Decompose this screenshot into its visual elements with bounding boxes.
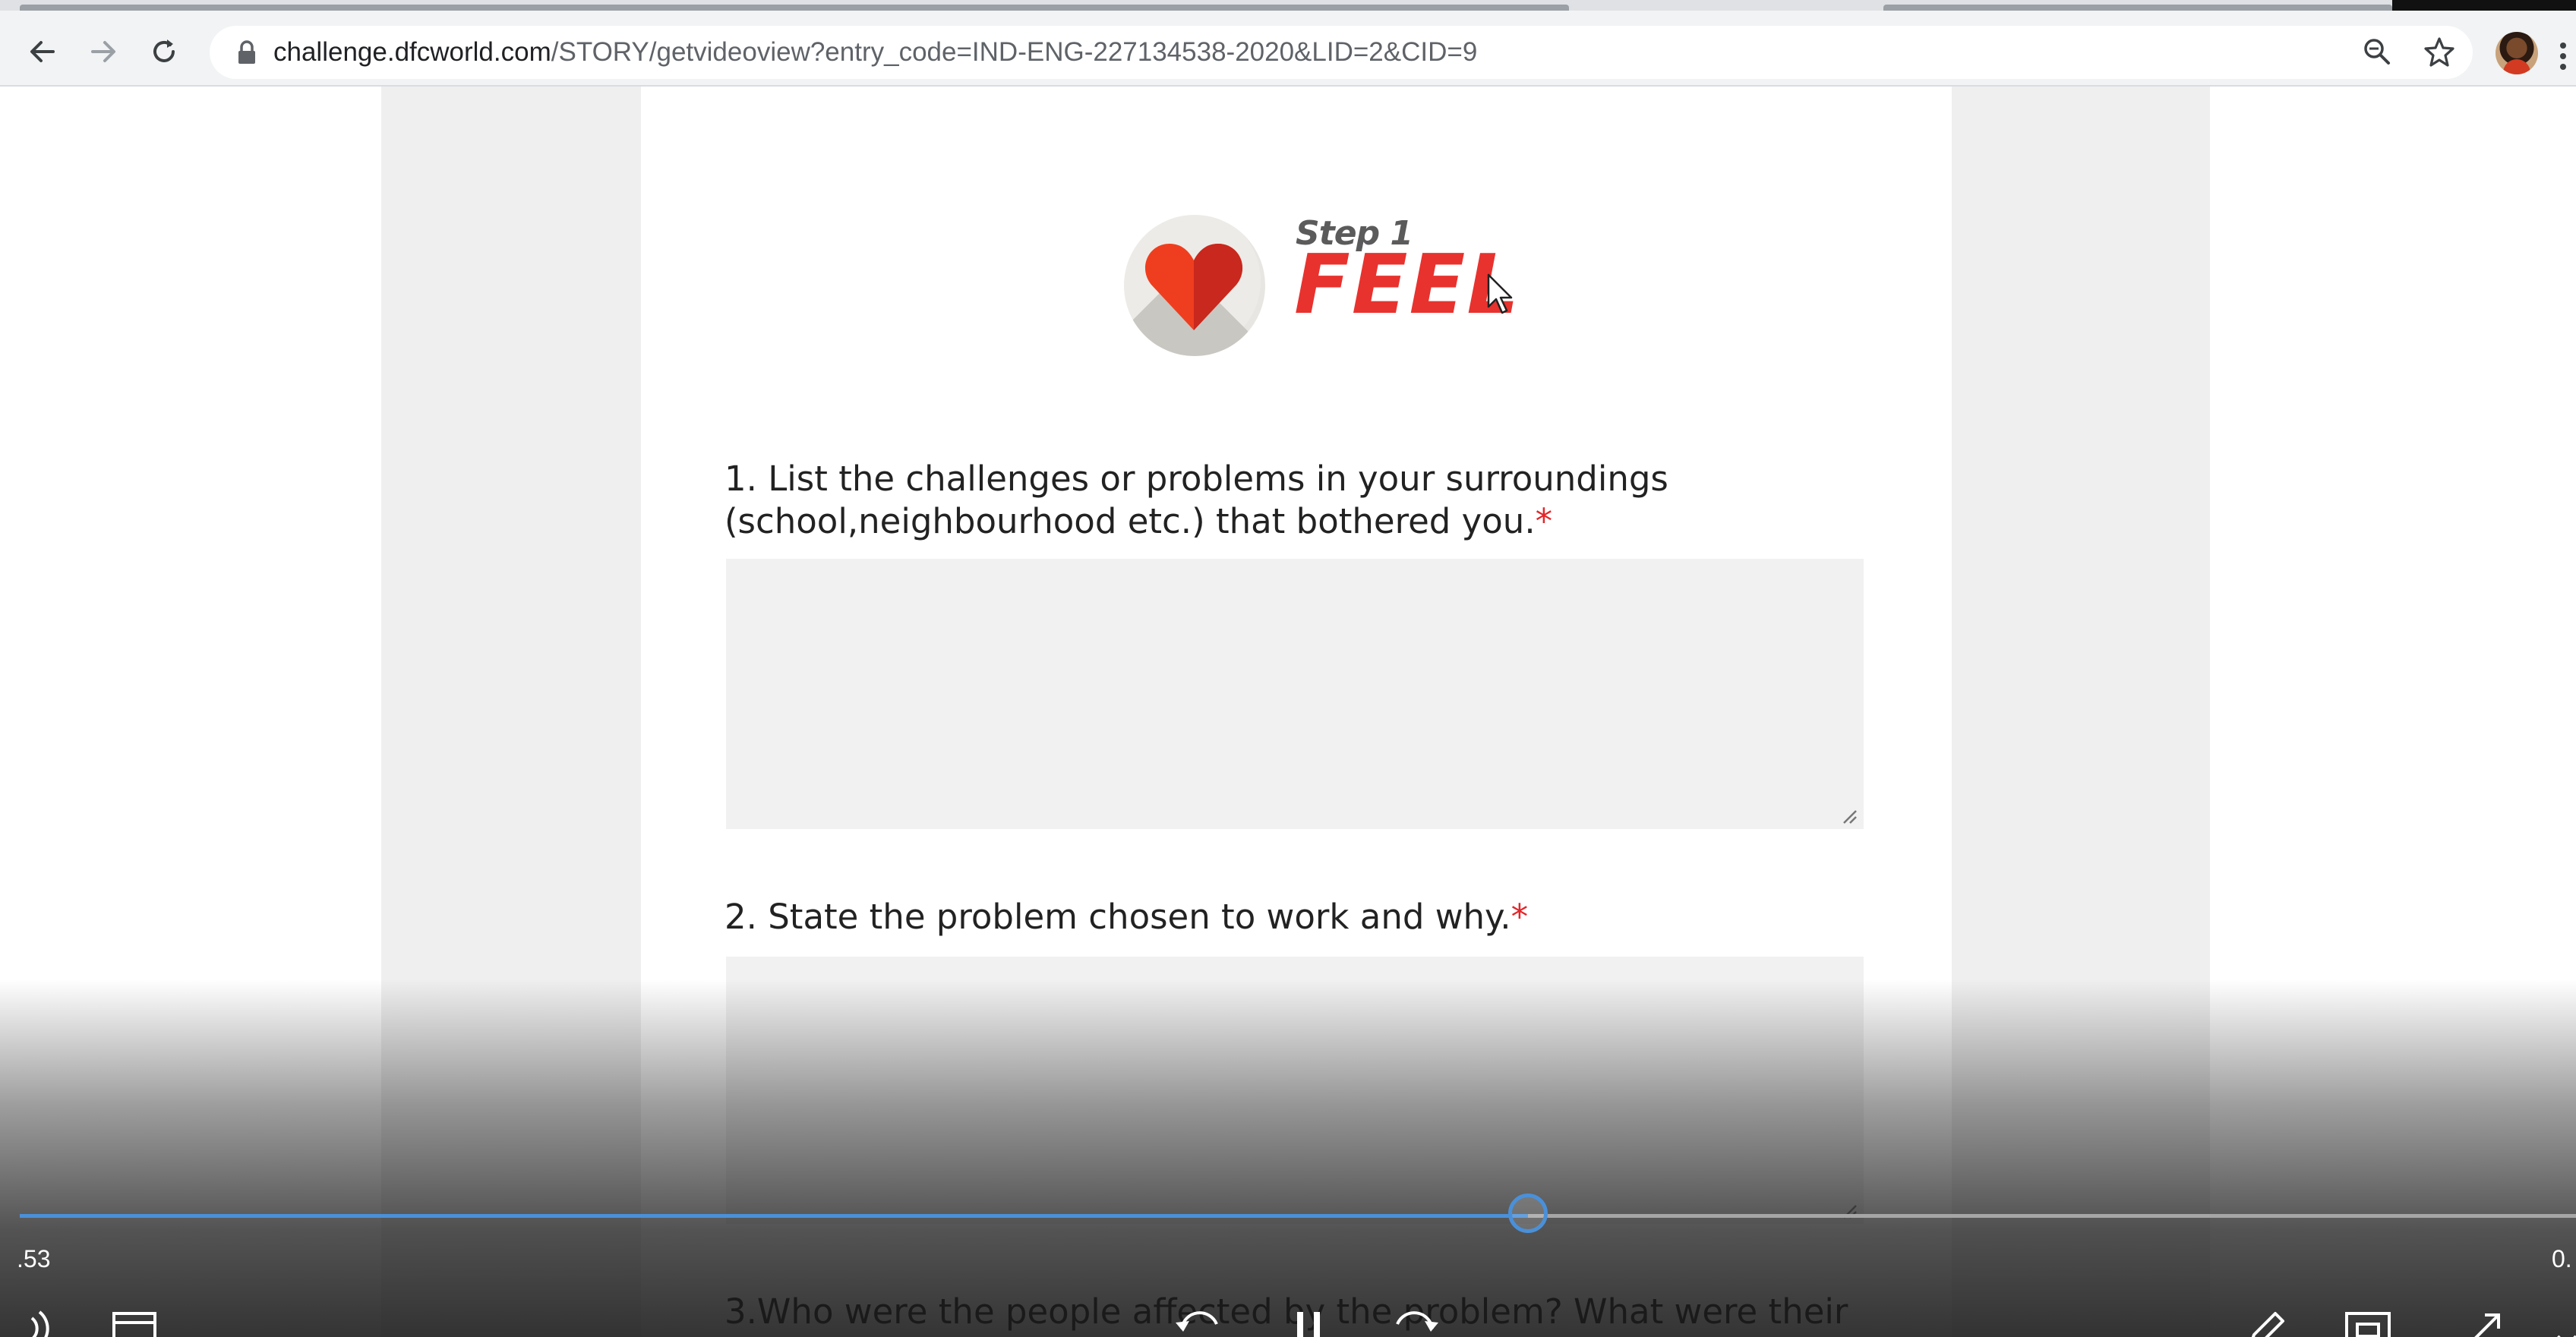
question-1-line1: 1. List the challenges or problems in yo…: [724, 459, 1668, 499]
more-icon[interactable]: [2541, 1306, 2576, 1337]
video-controls-overlay: [0, 979, 2576, 1337]
forward-icon[interactable]: [1388, 1306, 1441, 1337]
answer-1-textarea[interactable]: [726, 559, 1864, 829]
question-1-line2: (school,neighbourhood etc.) that bothere…: [724, 501, 1536, 541]
reload-icon[interactable]: [143, 30, 185, 73]
screen: challenge.dfcworld.com/STORY/getvideovie…: [0, 0, 2576, 1337]
heart-logo: [1124, 215, 1265, 356]
remaining-time: 0.: [2552, 1245, 2572, 1272]
pause-icon[interactable]: [1282, 1306, 1335, 1337]
menu-icon[interactable]: [2559, 41, 2567, 71]
browser-tab[interactable]: [20, 5, 1569, 11]
star-icon[interactable]: [2418, 30, 2461, 73]
question-1-label: 1. List the challenges or problems in yo…: [724, 458, 1668, 543]
question-2-text: 2. State the problem chosen to work and …: [724, 897, 1511, 937]
question-2-label: 2. State the problem chosen to work and …: [724, 896, 1528, 938]
elapsed-time: .53: [17, 1245, 51, 1272]
lock-icon[interactable]: [232, 38, 261, 67]
mouse-cursor-icon: [1487, 273, 1513, 314]
progress-remaining[interactable]: [1528, 1214, 2576, 1218]
volume-icon[interactable]: [18, 1306, 71, 1337]
url-host: challenge.dfcworld.com: [273, 37, 551, 67]
progress-played[interactable]: [20, 1214, 1528, 1218]
resize-grip-icon[interactable]: [1839, 806, 1858, 825]
url-text[interactable]: challenge.dfcworld.com/STORY/getvideovie…: [273, 26, 1477, 79]
zoom-icon[interactable]: [2356, 30, 2398, 73]
address-bar[interactable]: challenge.dfcworld.com/STORY/getvideovie…: [210, 26, 2473, 79]
fullscreen-icon[interactable]: [2458, 1306, 2511, 1337]
pen-icon[interactable]: [2240, 1306, 2293, 1337]
profile-avatar[interactable]: [2496, 32, 2538, 74]
required-mark: *: [1535, 501, 1553, 541]
rewind-icon[interactable]: [1173, 1306, 1226, 1337]
captions-icon[interactable]: [109, 1306, 163, 1337]
tab-strip: [0, 0, 2576, 17]
browser-tab[interactable]: [1883, 5, 2392, 11]
back-arrow-icon[interactable]: [21, 30, 64, 73]
progress-thumb[interactable]: [1508, 1194, 1548, 1233]
required-mark: *: [1511, 897, 1529, 937]
forward-arrow-icon[interactable]: [82, 30, 125, 73]
pip-icon[interactable]: [2342, 1306, 2395, 1337]
browser-toolbar: challenge.dfcworld.com/STORY/getvideovie…: [0, 11, 2576, 87]
url-path: /STORY/getvideoview?entry_code=IND-ENG-2…: [551, 37, 1478, 67]
heart-icon: [1144, 244, 1243, 330]
